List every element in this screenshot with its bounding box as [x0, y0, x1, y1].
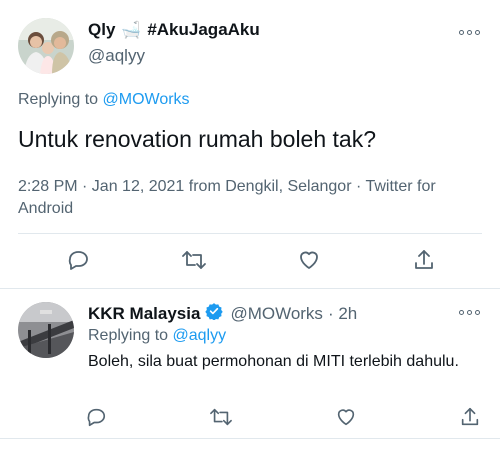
more-options-icon[interactable]: [459, 310, 480, 315]
share-icon[interactable]: [410, 246, 438, 274]
replying-to-mention[interactable]: @aqlyy: [173, 327, 227, 344]
reply-actions: [0, 403, 500, 431]
reply-author-row[interactable]: KKR Malaysia @MOWorks · 2h: [88, 302, 357, 325]
divider: [0, 288, 500, 289]
reply-replying-to: Replying to @aqlyy: [88, 327, 226, 345]
main-tweet: Qly 🛁 #AkuJagaAku @aqlyy Replying to @MO…: [0, 0, 500, 290]
reply-time[interactable]: · 2h: [328, 304, 357, 324]
tweet-actions: [0, 246, 500, 276]
reply-author-avatar[interactable]: [18, 302, 74, 358]
author-name[interactable]: Qly: [88, 20, 115, 40]
tweet-text: Untuk renovation rumah boleh tak?: [18, 126, 376, 152]
reply-icon[interactable]: [64, 246, 92, 274]
verified-badge-icon: [205, 302, 224, 325]
heart-icon[interactable]: [295, 246, 323, 274]
retweet-icon[interactable]: [180, 246, 208, 274]
reply-author-handle[interactable]: @MOWorks: [230, 304, 323, 324]
author-handle[interactable]: @aqlyy: [88, 46, 145, 66]
heart-icon[interactable]: [332, 403, 360, 431]
more-options-icon[interactable]: [459, 30, 480, 35]
reply-icon[interactable]: [82, 403, 110, 431]
replying-to: Replying to @MOWorks: [18, 91, 190, 109]
bathtub-emoji: 🛁: [121, 22, 142, 39]
divider: [18, 233, 482, 234]
author-name-row[interactable]: Qly 🛁 #AkuJagaAku: [88, 20, 260, 40]
reply-tweet[interactable]: KKR Malaysia @MOWorks · 2h Replying to @…: [0, 290, 500, 454]
reply-author-name[interactable]: KKR Malaysia: [88, 304, 200, 324]
reply-text: Boleh, sila buat permohonan di MITI terl…: [88, 353, 459, 370]
replying-to-label: Replying to: [18, 91, 99, 108]
replying-to-label: Replying to: [88, 327, 169, 344]
author-name-tag[interactable]: #AkuJagaAku: [147, 20, 259, 40]
divider: [0, 438, 500, 439]
tweet-meta: 2:28 PM · Jan 12, 2021 from Dengkil, Sel…: [18, 178, 436, 217]
replying-to-mention[interactable]: @MOWorks: [103, 91, 190, 108]
retweet-icon[interactable]: [207, 403, 235, 431]
author-avatar[interactable]: [18, 18, 74, 74]
share-icon[interactable]: [456, 403, 484, 431]
